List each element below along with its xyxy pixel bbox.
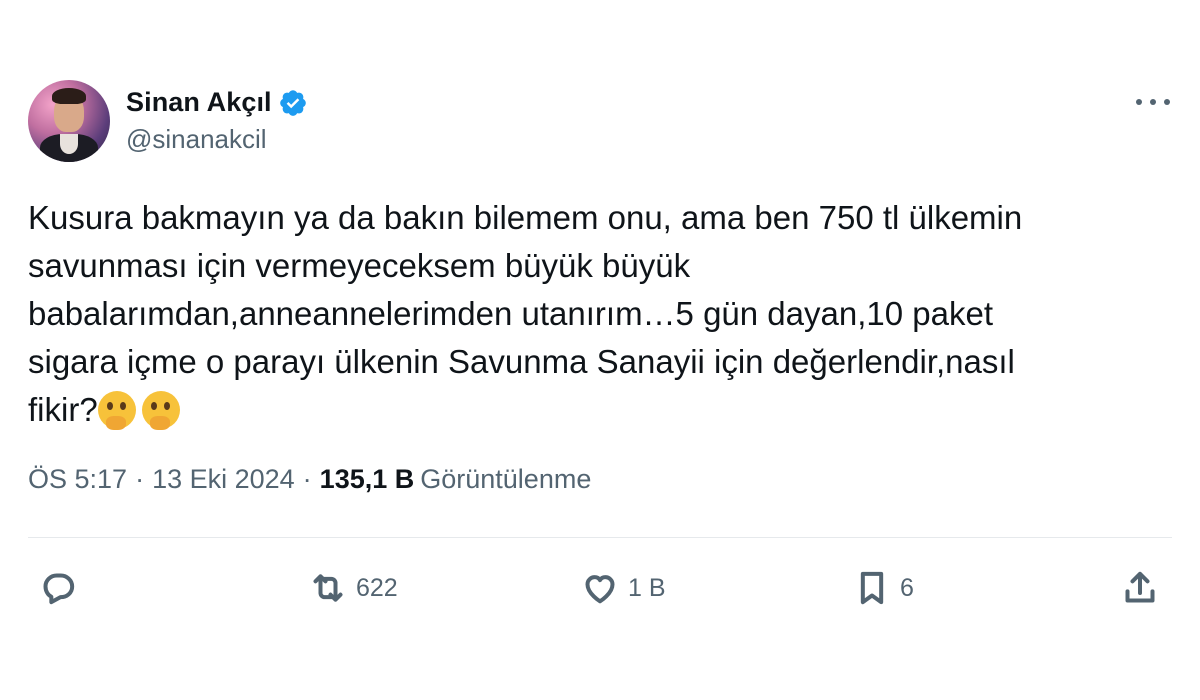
author-names: Sinan Akçıl @sinanakcil	[126, 87, 308, 155]
action-bar: 622 1 B 6	[0, 565, 1200, 611]
name-row: Sinan Akçıl	[126, 87, 308, 118]
bookmark-icon	[860, 571, 884, 605]
tweet-meta: ÖS 5:17 · 13 Eki 2024 · 135,1 B Görüntül…	[28, 464, 591, 495]
retweet-count: 622	[356, 573, 398, 602]
like-count: 1 B	[628, 573, 666, 602]
bookmark-count: 6	[900, 573, 914, 602]
verified-badge-icon[interactable]	[278, 88, 308, 118]
tweet-line: Kusura bakmayın ya da bakın bilemem onu,…	[28, 199, 1023, 236]
share-button[interactable]	[1120, 565, 1160, 611]
tweet-text: Kusura bakmayın ya da bakın bilemem onu,…	[28, 194, 1168, 434]
tweet-header: Sinan Akçıl @sinanakcil	[28, 80, 308, 162]
tweet-time[interactable]: ÖS 5:17	[28, 464, 127, 495]
views-label: Görüntülenme	[420, 464, 592, 494]
avatar-collar	[60, 134, 78, 154]
retweet-icon	[313, 574, 343, 602]
thinking-face-icon	[141, 391, 180, 430]
dot	[1164, 99, 1170, 105]
divider	[28, 537, 1172, 538]
tweet-card: Sinan Akçıl @sinanakcil Kusura bakmayın …	[0, 0, 1200, 700]
avatar[interactable]	[28, 80, 110, 162]
meta-separator: ·	[135, 464, 145, 494]
tweet-line: savunması için vermeyeceksem büyük büyük	[28, 247, 691, 284]
tweet-line: fikir?	[28, 391, 98, 428]
author-handle[interactable]: @sinanakcil	[126, 124, 308, 155]
bookmark-button[interactable]: 6	[852, 565, 914, 611]
views-count[interactable]: 135,1 B	[320, 464, 415, 495]
tweet-last-line: fikir?	[28, 386, 1168, 434]
reply-icon	[43, 573, 75, 605]
heart-icon	[585, 575, 615, 604]
dot	[1150, 99, 1156, 105]
thinking-face-icon	[97, 391, 136, 430]
avatar-hair	[52, 88, 86, 104]
reply-button[interactable]	[38, 565, 86, 611]
tweet-date[interactable]: 13 Eki 2024	[152, 464, 295, 495]
retweet-button[interactable]: 622	[308, 565, 398, 611]
dot	[1136, 99, 1142, 105]
share-icon	[1125, 571, 1155, 603]
tweet-line: babalarımdan,anneannelerimden utanırım…5…	[28, 295, 993, 332]
meta-separator: ·	[302, 464, 312, 494]
more-options-icon[interactable]	[1136, 92, 1170, 112]
display-name[interactable]: Sinan Akçıl	[126, 87, 272, 118]
like-button[interactable]: 1 B	[580, 565, 666, 611]
tweet-line: sigara içme o parayı ülkenin Savunma San…	[28, 343, 1015, 380]
